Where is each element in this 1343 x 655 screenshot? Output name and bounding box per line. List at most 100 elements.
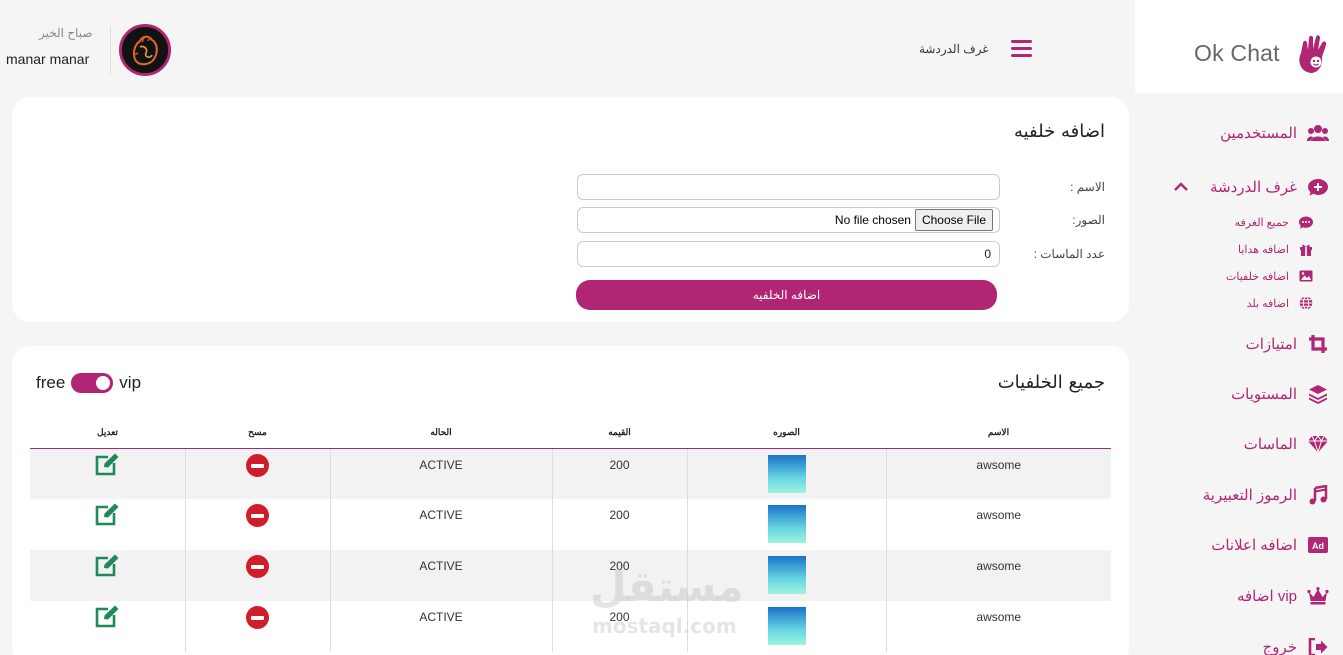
add-background-button[interactable]: اضافه الخلفيه [576, 280, 997, 310]
table-row: ACTIVE 200 awsome [30, 550, 1111, 601]
image-label: الصور: [1072, 213, 1105, 227]
sidebar-item-label: خروج [1262, 639, 1297, 655]
sidebar-item-label: المستخدمين [1220, 125, 1297, 142]
sidebar-subitem-all-rooms[interactable]: جميع الغرفه [1235, 215, 1313, 229]
add-background-title: اضافه خلفيه [1013, 121, 1105, 142]
delete-icon[interactable] [246, 555, 269, 578]
sidebar-item-levels[interactable]: المستويات [1231, 383, 1329, 405]
delete-icon[interactable] [246, 606, 269, 629]
svg-text:Ad: Ad [1312, 541, 1324, 551]
diamond-icon [1307, 433, 1329, 455]
table-row: ACTIVE 200 awsome [30, 601, 1111, 652]
sidebar-subitem-label: اضافه خلفيات [1226, 270, 1289, 283]
table-header-row: تعديل مسح الحاله القيمه الصوره الاسم [30, 418, 1111, 449]
sidebar-item-label: vip اضافه [1236, 588, 1297, 605]
sidebar-item-diamonds[interactable]: الماسات [1244, 433, 1329, 455]
status-cell: ACTIVE [329, 499, 552, 550]
sidebar-item-logout[interactable]: خروج [1263, 636, 1329, 655]
column-header-value: القيمه [552, 418, 687, 449]
sidebar-item-label: اضافه اعلانات [1211, 537, 1297, 554]
image-icon [1299, 269, 1313, 283]
sidebar-item-label: المستويات [1231, 386, 1297, 403]
comment-icon [1299, 215, 1313, 229]
sidebar-item-label: امتيازات [1245, 336, 1297, 353]
table-row: ACTIVE 200 awsome [30, 499, 1111, 550]
status-cell: ACTIVE [329, 601, 552, 652]
edit-icon[interactable] [94, 605, 120, 629]
value-cell: 200 [551, 448, 687, 499]
sidebar-item-add-vip[interactable]: vip اضافه [1237, 585, 1329, 607]
delete-cell [184, 499, 330, 550]
sidebar-subitem-add-country[interactable]: اضافه بلد [1247, 296, 1313, 310]
edit-cell [30, 601, 185, 652]
name-cell: awsome [885, 499, 1111, 550]
sidebar-subitem-label: اضافه هدايا [1237, 243, 1289, 256]
brand-name: Ok Chat [1194, 40, 1280, 66]
sidebar-item-chat-rooms[interactable]: غرف الدردشة [1174, 176, 1329, 198]
background-thumbnail [767, 607, 806, 645]
choose-file-button[interactable]: Choose File [914, 209, 993, 231]
free-vip-toggle[interactable] [71, 373, 114, 393]
chat-plus-icon [1307, 176, 1329, 198]
column-header-delete: مسح [185, 418, 330, 449]
add-background-card: اضافه خلفيه الاسم : الصور: Choose File N… [12, 97, 1129, 322]
sidebar: Ok Chat المستخدمين غرف الدردشة جميع الغر… [1135, 0, 1343, 655]
sidebar-subitem-add-backgrounds[interactable]: اضافه خلفيات [1226, 269, 1313, 283]
edit-icon[interactable] [94, 554, 120, 578]
logout-icon [1307, 636, 1329, 655]
sidebar-item-label: غرف الدردشة [1210, 179, 1297, 196]
name-cell: awsome [885, 550, 1111, 601]
name-cell: awsome [885, 448, 1111, 499]
sidebar-item-label: الماسات [1243, 436, 1297, 453]
image-file-input[interactable]: Choose File No file chosen [577, 207, 1000, 233]
name-cell: awsome [885, 601, 1111, 652]
value-cell: 200 [551, 499, 687, 550]
sidebar-item-label: الرموز التعبيرية [1202, 487, 1297, 504]
all-backgrounds-title: جميع الخلفيات [997, 372, 1105, 393]
column-header-status: الحاله [330, 418, 552, 449]
edit-cell [30, 550, 185, 601]
sidebar-item-emojis[interactable]: الرموز التعبيرية [1203, 484, 1329, 506]
edit-icon[interactable] [94, 503, 120, 527]
toggle-label-free: free [36, 373, 66, 392]
background-thumbnail [767, 454, 806, 493]
column-header-edit: تعديل [30, 418, 185, 449]
sidebar-item-add-ads[interactable]: Ad اضافه اعلانات [1211, 534, 1329, 556]
sidebar-subitem-add-gifts[interactable]: اضافه هدايا [1238, 242, 1313, 256]
image-cell [686, 550, 886, 601]
diamonds-label: عدد الماسات : [1033, 247, 1105, 261]
column-header-name: الاسم [886, 418, 1111, 449]
layers-icon [1307, 383, 1329, 405]
greeting-text: صباح الخير [39, 26, 93, 40]
username: manar manar [6, 51, 90, 67]
delete-icon[interactable] [246, 453, 269, 477]
edit-cell [30, 448, 185, 499]
sidebar-item-users[interactable]: المستخدمين [1220, 122, 1329, 144]
name-input[interactable] [577, 174, 1000, 200]
sidebar-item-privileges[interactable]: امتيازات [1246, 333, 1329, 355]
backgrounds-table: تعديل مسح الحاله القيمه الصوره الاسم ACT… [30, 418, 1111, 652]
menu-toggle-icon[interactable] [1011, 40, 1032, 57]
status-cell: ACTIVE [329, 448, 552, 499]
delete-icon[interactable] [246, 504, 269, 527]
delete-cell [184, 448, 330, 499]
toggle-label-vip: vip [119, 373, 142, 392]
free-vip-toggle-group: free vip [36, 373, 141, 393]
crop-icon [1307, 333, 1329, 355]
name-label: الاسم : [1070, 180, 1105, 194]
image-cell [686, 601, 886, 652]
background-thumbnail [767, 556, 806, 594]
avatar[interactable] [119, 24, 171, 76]
gift-icon [1299, 242, 1313, 256]
edit-icon[interactable] [94, 453, 120, 477]
chevron-up-icon [1174, 179, 1188, 195]
file-status-text: No file chosen [834, 213, 911, 227]
music-icon [1307, 484, 1329, 506]
brand-header: Ok Chat [1135, 0, 1343, 93]
value-cell: 200 [551, 550, 687, 601]
ad-icon: Ad [1307, 534, 1329, 556]
delete-cell [184, 550, 330, 601]
diamonds-input[interactable] [577, 241, 1000, 267]
header-divider [110, 26, 111, 74]
edit-cell [30, 499, 185, 550]
